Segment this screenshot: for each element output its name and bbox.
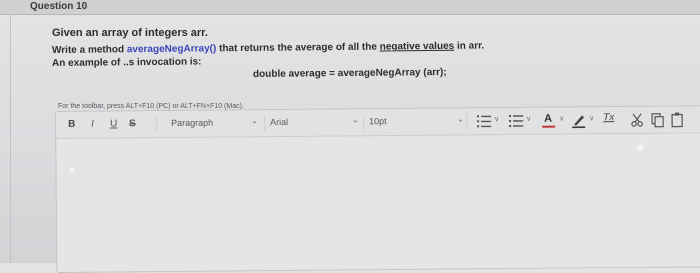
font-size-select[interactable]: 10pt ⌄ bbox=[369, 111, 469, 130]
chevron-down-icon[interactable]: ∨ bbox=[526, 115, 531, 123]
paste-icon[interactable] bbox=[670, 111, 686, 128]
chevron-down-icon: ⌄ bbox=[352, 115, 359, 125]
chevron-down-icon[interactable]: ∨ bbox=[589, 114, 594, 122]
invocation-code: double average = averageNegArray (arr); bbox=[252, 66, 447, 80]
light-glare bbox=[638, 145, 643, 150]
prompt-line-1: Given an array of integers arr. bbox=[52, 27, 208, 39]
font-family-value: Arial bbox=[270, 116, 289, 128]
question-header: Question 10 bbox=[0, 0, 700, 15]
negative-values-text: negative values bbox=[379, 40, 455, 53]
question-title: Question 10 bbox=[30, 1, 88, 12]
copy-icon[interactable] bbox=[650, 112, 666, 128]
cut-icon[interactable] bbox=[630, 112, 646, 128]
text-color-icon[interactable]: A bbox=[541, 113, 557, 129]
text-color-letter: A bbox=[544, 112, 553, 125]
chevron-down-icon[interactable]: ∨ bbox=[494, 115, 499, 123]
toolbar-divider bbox=[363, 114, 365, 131]
paragraph-select-value: Paragraph bbox=[171, 117, 214, 128]
font-family-select[interactable]: Arial ⌄ bbox=[270, 112, 362, 131]
clear-formatting-icon[interactable]: Tx bbox=[602, 112, 618, 128]
prompt-line-2-middle: that returns the average of all the bbox=[216, 41, 380, 55]
highlight-pen-icon[interactable] bbox=[571, 112, 587, 129]
text-color-swatch bbox=[542, 125, 556, 128]
method-name: averageNegArray() bbox=[126, 43, 217, 56]
prompt-line-2-prefix: Write a method bbox=[51, 44, 127, 56]
chevron-down-icon[interactable]: ∨ bbox=[559, 115, 564, 123]
font-size-value: 10pt bbox=[369, 116, 387, 127]
unordered-list-icon[interactable] bbox=[508, 113, 524, 129]
editor-content-area[interactable] bbox=[56, 133, 700, 271]
italic-button[interactable]: I bbox=[91, 119, 94, 130]
rich-text-editor[interactable]: B I U S Paragraph ⌄ Arial ⌄ 10pt ⌄ ∨ ∨ A… bbox=[55, 105, 700, 273]
chevron-down-icon: ⌄ bbox=[457, 114, 464, 124]
toolbar-divider bbox=[264, 115, 266, 132]
underline-button[interactable]: U bbox=[110, 118, 117, 129]
bold-button[interactable]: B bbox=[68, 119, 75, 130]
clear-formatting-label: Tx bbox=[603, 112, 615, 124]
strikethrough-button[interactable]: S bbox=[129, 118, 136, 129]
prompt-line-2: Write a method averageNegArray() that re… bbox=[52, 40, 484, 56]
toolbar-divider bbox=[156, 116, 158, 133]
chevron-down-icon: ⌄ bbox=[251, 116, 258, 126]
left-divider bbox=[10, 14, 11, 263]
toolbar-divider bbox=[466, 113, 468, 130]
prompt-line-2-suffix: in arr. bbox=[454, 40, 485, 52]
paragraph-select[interactable]: Paragraph ⌄ bbox=[171, 113, 261, 132]
ordered-list-icon[interactable] bbox=[476, 113, 492, 129]
prompt-line-3: An example of ..s invocation is: bbox=[51, 56, 202, 69]
cursor-marker bbox=[69, 167, 75, 173]
